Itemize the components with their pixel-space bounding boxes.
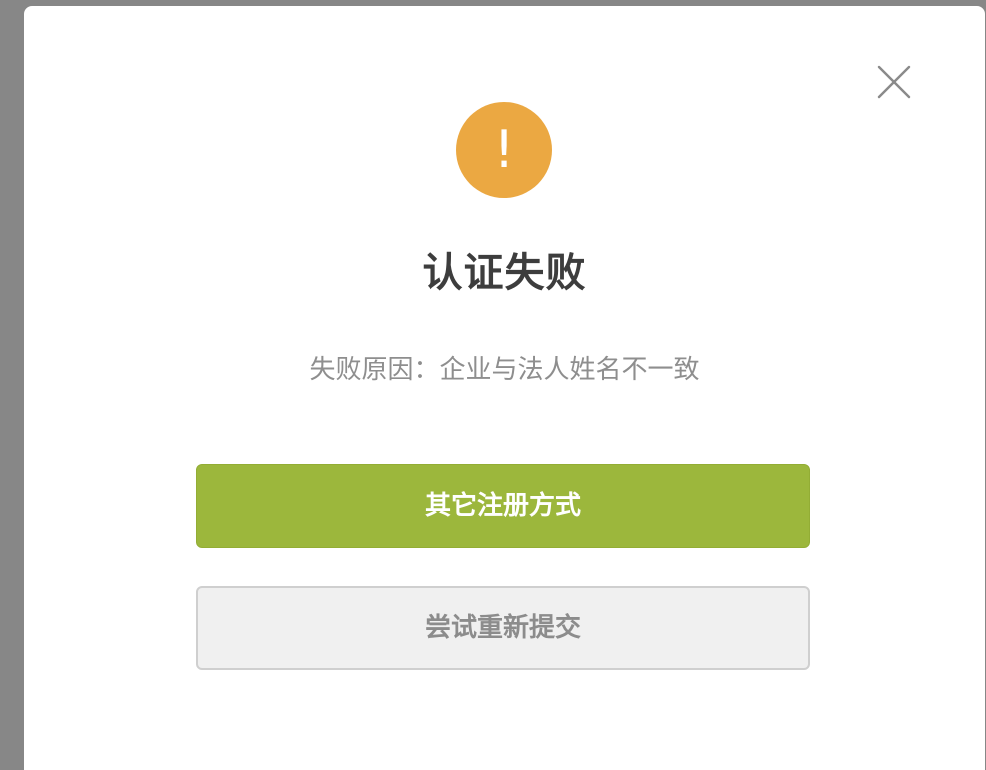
auth-failed-dialog: ! 认证失败 失败原因：企业与法人姓名不一致 其它注册方式 尝试重新提交	[24, 6, 985, 770]
failure-reason: 失败原因：企业与法人姓名不一致	[309, 355, 700, 385]
close-button[interactable]	[876, 64, 912, 100]
close-icon	[877, 65, 911, 99]
warning-icon: !	[456, 102, 552, 198]
retry-submit-button[interactable]: 尝试重新提交	[196, 586, 810, 670]
other-registration-button[interactable]: 其它注册方式	[196, 464, 810, 548]
dialog-title: 认证失败	[422, 250, 587, 296]
